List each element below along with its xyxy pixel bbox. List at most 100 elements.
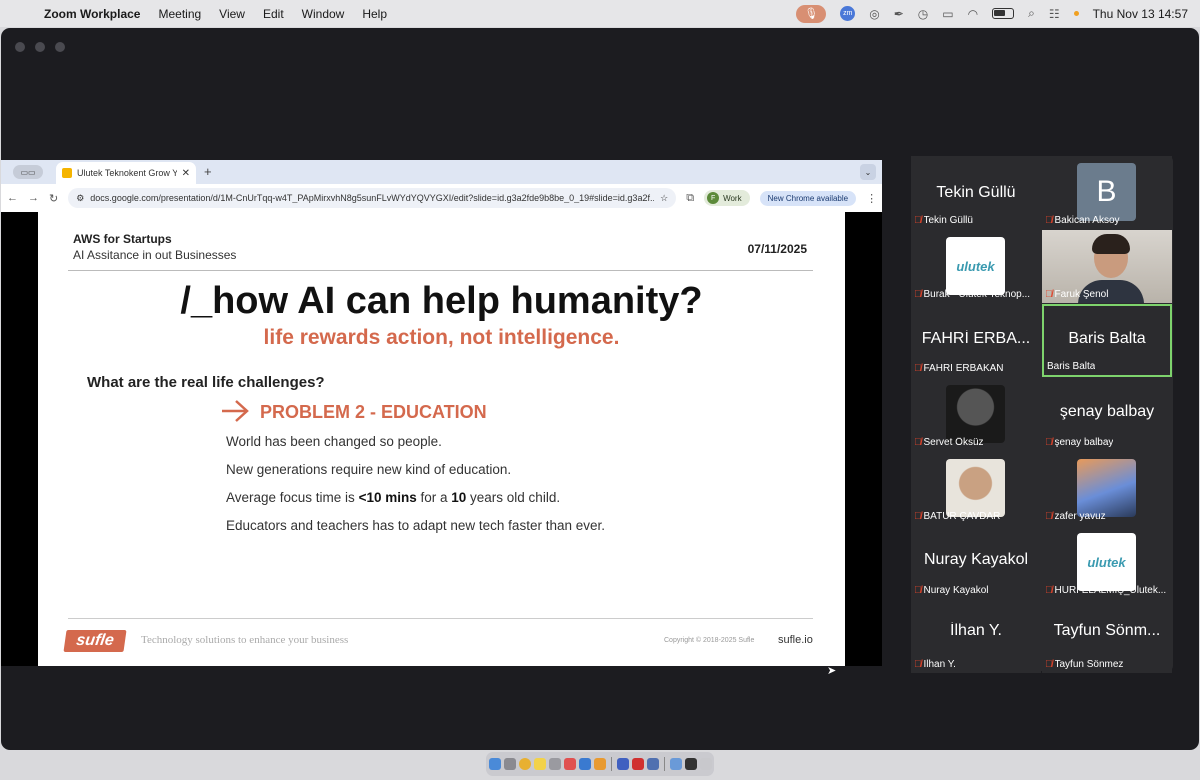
zoom-window-button[interactable]	[55, 42, 65, 52]
acrobat-icon[interactable]	[631, 758, 644, 770]
bullet-text: years old child.	[466, 490, 561, 505]
app-menu[interactable]: Zoom Workplace	[40, 7, 149, 21]
dock-separator	[663, 757, 665, 771]
screen-share-icon[interactable]: ◎	[869, 7, 879, 21]
window-thumbnail-icon[interactable]	[684, 758, 697, 770]
feather-icon[interactable]: ✒	[894, 7, 904, 21]
onepassword-icon[interactable]	[616, 758, 629, 770]
trash-icon[interactable]	[699, 758, 712, 770]
notes-icon[interactable]	[533, 758, 546, 770]
battery-icon[interactable]	[992, 8, 1015, 19]
avatar: B	[1077, 163, 1136, 221]
forward-icon[interactable]: →	[28, 192, 39, 204]
participant-nameplate: 🎙̸ İlhan Y.	[914, 659, 956, 670]
tab-strip: ▭▭ Ulutek Teknokent Grow Your ✕ + ⌄	[1, 160, 882, 184]
slide-bullet: Average focus time is <10 mins for a 10 …	[226, 490, 560, 505]
arrow-right-icon	[222, 400, 249, 422]
avatar	[1077, 459, 1136, 517]
presentation-slide: AWS for Startups AI Assitance in out Bus…	[38, 212, 845, 666]
slide-subheadline: life rewards action, not intelligence.	[263, 326, 620, 349]
display-icon[interactable]: ▭	[942, 7, 953, 21]
slide-tagline: Technology solutions to enhance your bus…	[141, 634, 349, 646]
participant-tile[interactable]: Nuray Kayakol 🎙̸ Nuray Kayakol	[911, 526, 1041, 599]
downloads-folder-icon[interactable]	[669, 758, 682, 770]
menu-window[interactable]: Window	[293, 7, 354, 21]
participant-nameplate: 🎙̸ Nuray Kayakol	[914, 585, 989, 596]
slide-copyright: Copyright © 2018-2025 Sufle	[664, 637, 755, 644]
new-tab-icon[interactable]: +	[204, 164, 212, 179]
slide-header-title: AWS for Startups	[73, 232, 172, 246]
participant-tile[interactable]: FAHRİ ERBA... 🎙̸ FAHRİ ERBAKAN	[911, 304, 1041, 377]
extensions-icon[interactable]: ⧉	[686, 192, 694, 205]
menu-edit[interactable]: Edit	[254, 7, 293, 21]
bookmark-star-icon[interactable]: ☆	[660, 193, 668, 204]
control-center-icon[interactable]: ☷	[1049, 7, 1060, 21]
participant-tile[interactable]: B 🎙̸ Bakican Aksoy	[1042, 156, 1172, 229]
participant-nameplate: 🎙̸ şenay balbay	[1045, 437, 1113, 448]
slide-problem-title: PROBLEM 2 - EDUCATION	[260, 402, 487, 422]
microphone-icon[interactable]: 🎙	[796, 4, 827, 23]
participant-tile[interactable]: 🎙̸ zafer yavuz	[1042, 452, 1172, 525]
calendar-icon[interactable]	[563, 758, 576, 770]
participant-display-name: Nuray Kayakol	[923, 551, 1029, 568]
dock-separator	[610, 757, 612, 771]
active-speaker-tile[interactable]: Baris Balta Baris Balta	[1042, 304, 1172, 377]
minimize-window-button[interactable]	[35, 42, 45, 52]
address-bar[interactable]: ⚙ docs.google.com/presentation/d/1M-CnUr…	[68, 188, 677, 208]
mic-muted-icon: 🎙̸	[914, 215, 922, 226]
back-icon[interactable]: ←	[7, 192, 18, 204]
participant-name: HURİ ELALMIŞ_Ulutek...	[1054, 585, 1167, 596]
participant-display-name: Tekin Güllü	[936, 184, 1016, 201]
slide-bullet: New generations require new kind of educ…	[226, 462, 512, 477]
chrome-update-button[interactable]: New Chrome available	[759, 190, 857, 206]
status-area: 🎙 zm ◎ ✒ ◷ ▭ ◠ ⌕ ☷ Thu Nov 13 14:57	[796, 0, 1188, 27]
browser-tab[interactable]: Ulutek Teknokent Grow Your ✕	[56, 162, 196, 184]
mic-muted-icon: 🎙̸	[1045, 437, 1053, 448]
menu-bar-clock[interactable]: Thu Nov 13 14:57	[1093, 7, 1188, 21]
participant-video-tile[interactable]: 🎙̸ Faruk Şenol	[1042, 230, 1172, 303]
participant-tile[interactable]: ulutek 🎙̸ HURİ ELALMIŞ_Ulutek...	[1042, 526, 1172, 599]
participant-tile[interactable]: 🎙̸ Servet Öksüz	[911, 378, 1041, 451]
participant-display-name: Tayfun Sönm...	[1053, 622, 1161, 639]
spotlight-search-icon[interactable]: ⌕	[1028, 6, 1035, 21]
participant-tile[interactable]: İlhan Y. 🎙̸ İlhan Y.	[911, 600, 1041, 673]
chrome-icon[interactable]	[518, 758, 531, 770]
bullet-bold-text: <10 mins	[358, 490, 417, 505]
recording-indicator-icon	[1073, 11, 1079, 16]
time-machine-icon[interactable]: ◷	[918, 7, 928, 21]
launchpad-icon[interactable]	[503, 758, 516, 770]
site-info-icon[interactable]: ⚙	[76, 193, 84, 204]
profile-badge[interactable]: F Work	[704, 190, 750, 206]
wifi-icon[interactable]: ◠	[968, 7, 978, 21]
participant-tile[interactable]: Tekin Güllü 🎙̸ Tekin Güllü	[911, 156, 1041, 229]
participant-tile[interactable]: 🎙̸ BATUR ÇAVDAR	[911, 452, 1041, 525]
finder-icon[interactable]	[488, 758, 501, 770]
menu-help[interactable]: Help	[353, 7, 396, 21]
avatar	[946, 459, 1005, 517]
menu-view[interactable]: View	[210, 7, 254, 21]
tab-search-icon[interactable]: ▭▭	[13, 165, 43, 179]
chrome-menu-icon[interactable]: ⋮	[866, 192, 877, 205]
participant-tile[interactable]: Tayfun Sönm... 🎙̸ Tayfun Sönmez	[1042, 600, 1172, 673]
participant-nameplate: 🎙̸ FAHRİ ERBAKAN	[914, 363, 1004, 374]
reload-icon[interactable]: ↻	[49, 192, 58, 205]
participant-name: Faruk Şenol	[1054, 289, 1109, 300]
profile-label: Work	[723, 193, 742, 203]
zoom-status-icon[interactable]: zm	[840, 6, 856, 21]
menu-meeting[interactable]: Meeting	[149, 7, 210, 21]
mic-muted-icon: 🎙̸	[1045, 215, 1053, 226]
app-icon[interactable]	[593, 758, 606, 770]
close-window-button[interactable]	[15, 42, 25, 52]
participant-name: şenay balbay	[1054, 437, 1114, 448]
close-tab-icon[interactable]: ✕	[182, 168, 190, 179]
slide-divider	[68, 270, 813, 271]
zoom-dock-icon[interactable]	[578, 758, 591, 770]
participant-tile[interactable]: ulutek 🎙̸ Burak - Ulutek Teknop...	[911, 230, 1041, 303]
chevron-down-icon[interactable]: ⌄	[860, 164, 876, 180]
url-text: docs.google.com/presentation/d/1M-CnUrTq…	[90, 193, 655, 203]
participant-display-name: Baris Balta	[1068, 330, 1146, 347]
settings-icon[interactable]	[548, 758, 561, 770]
app-icon[interactable]	[646, 758, 659, 770]
participant-tile[interactable]: şenay balbay 🎙̸ şenay balbay	[1042, 378, 1172, 451]
slide-site: sufle.io	[778, 634, 813, 646]
